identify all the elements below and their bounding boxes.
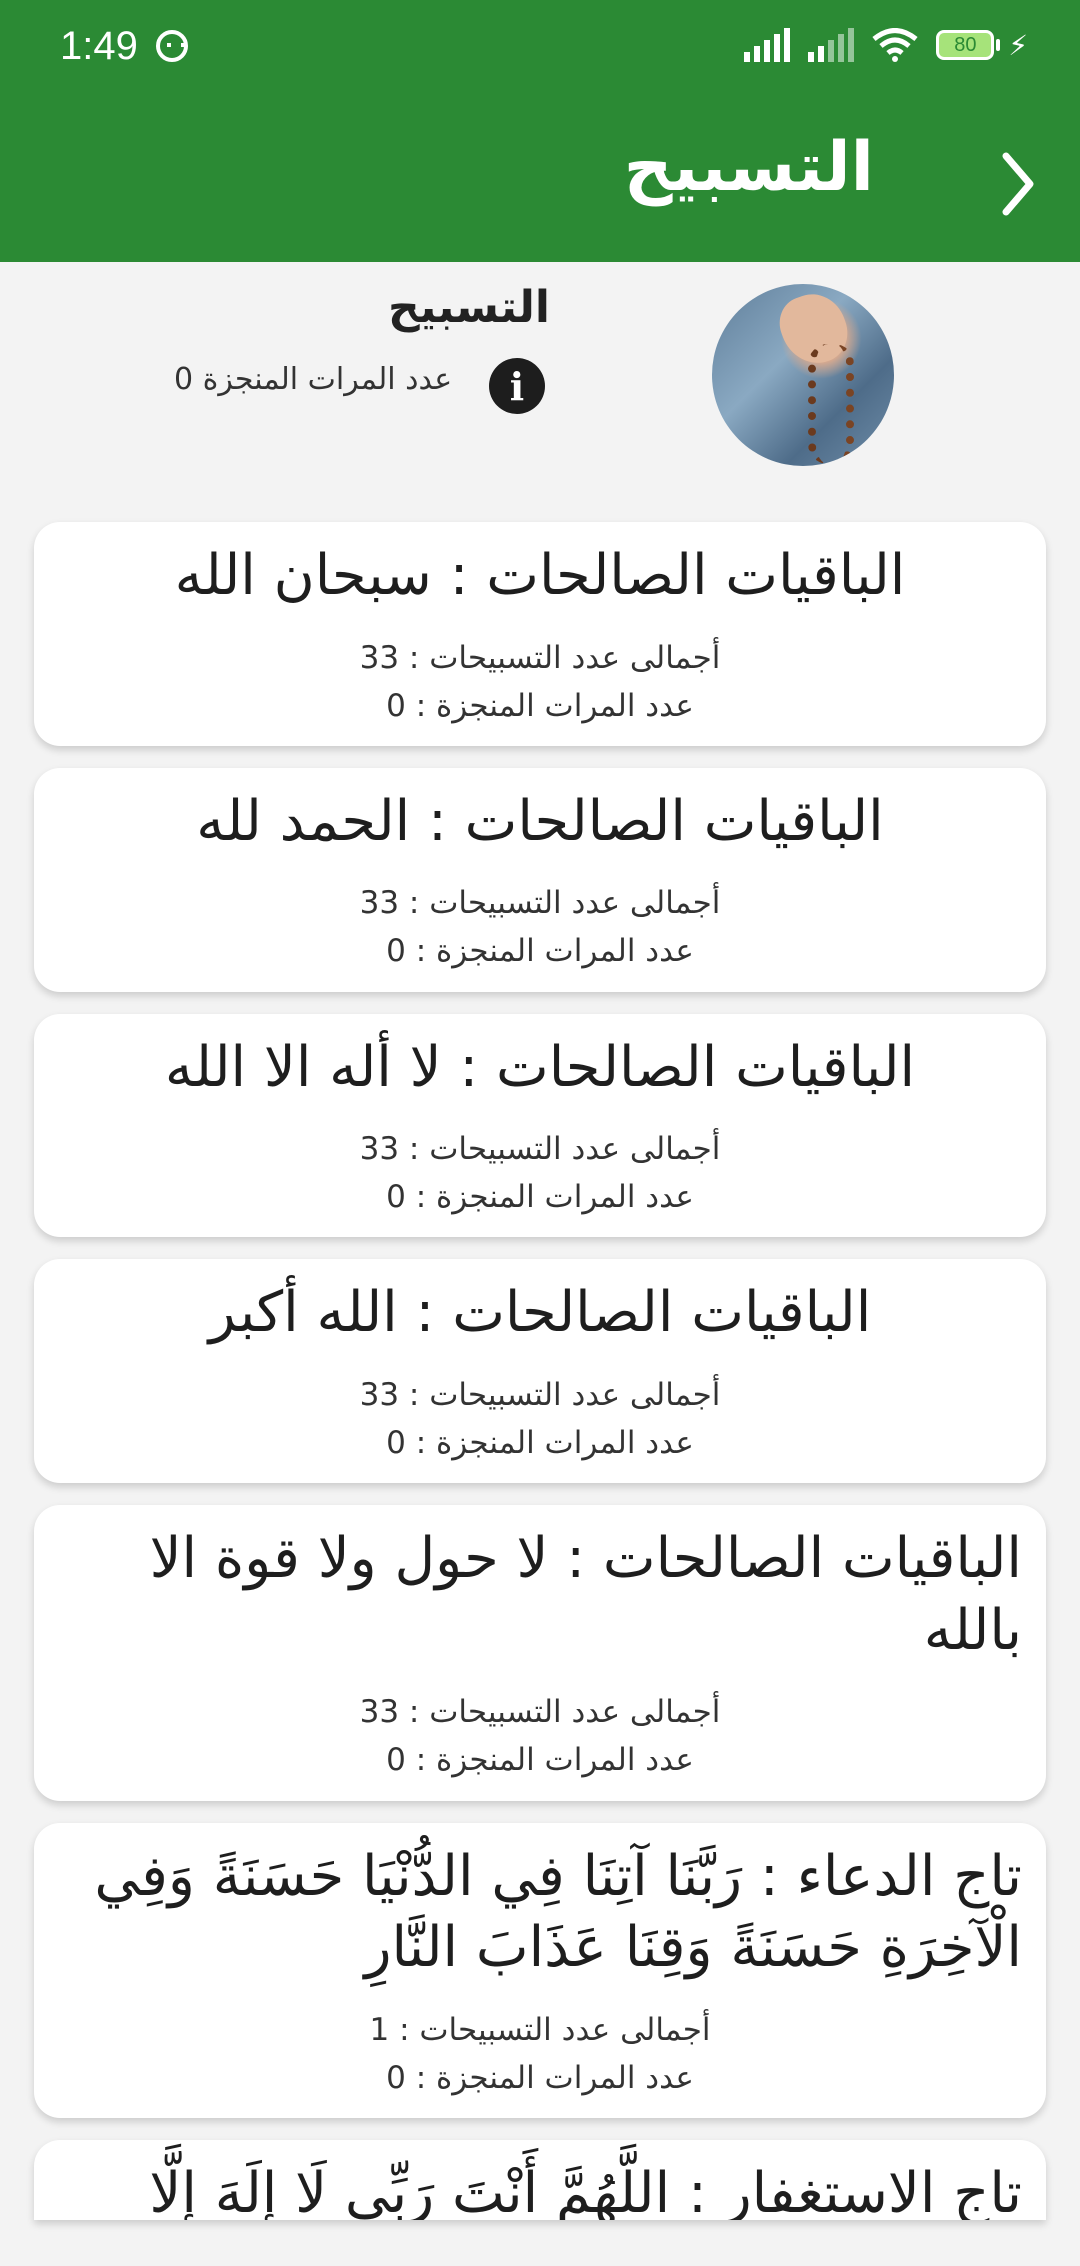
card-title: الباقيات الصالحات : لا حول ولا قوة الا ب… — [149, 1526, 1022, 1663]
tasbih-card[interactable]: الباقيات الصالحات : لا حول ولا قوة الا ب… — [34, 1505, 1046, 1801]
tasbih-card[interactable]: الباقيات الصالحات : الحمد لله أجمالى عدد… — [34, 767, 1046, 992]
card-total: أجمالى عدد التسبيحات : 33 — [359, 885, 721, 922]
summary-count: عدد المرات المنجزة 0 — [174, 362, 453, 397]
info-icon[interactable]: i — [489, 358, 545, 414]
card-title: الباقيات الصالحات : لا أله الا الله — [164, 1034, 916, 1100]
card-done: عدد المرات المنجزة : 0 — [386, 1179, 694, 1216]
battery-icon: 80 ⚡ — [936, 29, 1028, 62]
summary-title: التسبيح — [388, 282, 550, 333]
tasbih-card[interactable]: تاج الدعاء : رَبَّنَا آتِنَا فِي الدُّنْ… — [34, 1822, 1046, 2118]
card-done: عدد المرات المنجزة : 0 — [386, 2059, 694, 2096]
card-title: الباقيات الصالحات : الحمد لله — [196, 788, 884, 854]
card-title: الباقيات الصالحات : سبحان الله — [174, 543, 906, 608]
tasbih-list: الباقيات الصالحات : سبحان الله أجمالى عد… — [34, 522, 1046, 2242]
card-done: عدد المرات المنجزة : 0 — [386, 1425, 694, 1462]
card-total: أجمالى عدد التسبيحات : 33 — [359, 1131, 721, 1168]
card-title: تاج الدعاء : رَبَّنَا آتِنَا فِي الدُّنْ… — [94, 1843, 1022, 1981]
tasbih-card[interactable]: الباقيات الصالحات : لا أله الا الله أجما… — [34, 1013, 1046, 1238]
app-bar: 1:49 80 ⚡ التسبيح — [0, 0, 1080, 262]
card-done: عدد المرات المنجزة : 0 — [386, 933, 694, 970]
status-time: 1:49 — [60, 24, 138, 68]
signal-icon — [744, 28, 791, 62]
page-title: التسبيح — [623, 128, 874, 207]
back-chevron-icon[interactable] — [998, 148, 1038, 220]
card-total: أجمالى عدد التسبيحات : 33 — [359, 1694, 721, 1731]
tasbih-card[interactable]: تاج الاستغفار : اللَّهُمَّ أَنْتَ رَبِّي… — [34, 2139, 1046, 2220]
card-done: عدد المرات المنجزة : 0 — [386, 1742, 694, 1779]
card-title: الباقيات الصالحات : الله أكبر — [208, 1280, 872, 1346]
card-title: تاج الاستغفار : اللَّهُمَّ أَنْتَ رَبِّي… — [149, 2160, 1022, 2220]
notification-face-icon — [156, 30, 188, 62]
card-total: أجمالى عدد التسبيحات : 33 — [359, 1376, 721, 1413]
tasbih-avatar — [712, 284, 894, 466]
tasbih-card[interactable]: الباقيات الصالحات : الله أكبر أجمالى عدد… — [34, 1259, 1046, 1484]
tasbih-card[interactable]: الباقيات الصالحات : سبحان الله أجمالى عد… — [34, 522, 1046, 746]
charging-icon: ⚡ — [1008, 28, 1028, 62]
card-done: عدد المرات المنجزة : 0 — [386, 687, 694, 724]
signal-2-icon — [808, 28, 855, 62]
battery-level: 80 — [954, 33, 977, 56]
card-total: أجمالى عدد التسبيحات : 1 — [369, 2011, 711, 2048]
card-total: أجمالى عدد التسبيحات : 33 — [359, 639, 721, 676]
status-icons: 80 ⚡ — [744, 28, 1028, 62]
wifi-icon — [872, 28, 918, 62]
